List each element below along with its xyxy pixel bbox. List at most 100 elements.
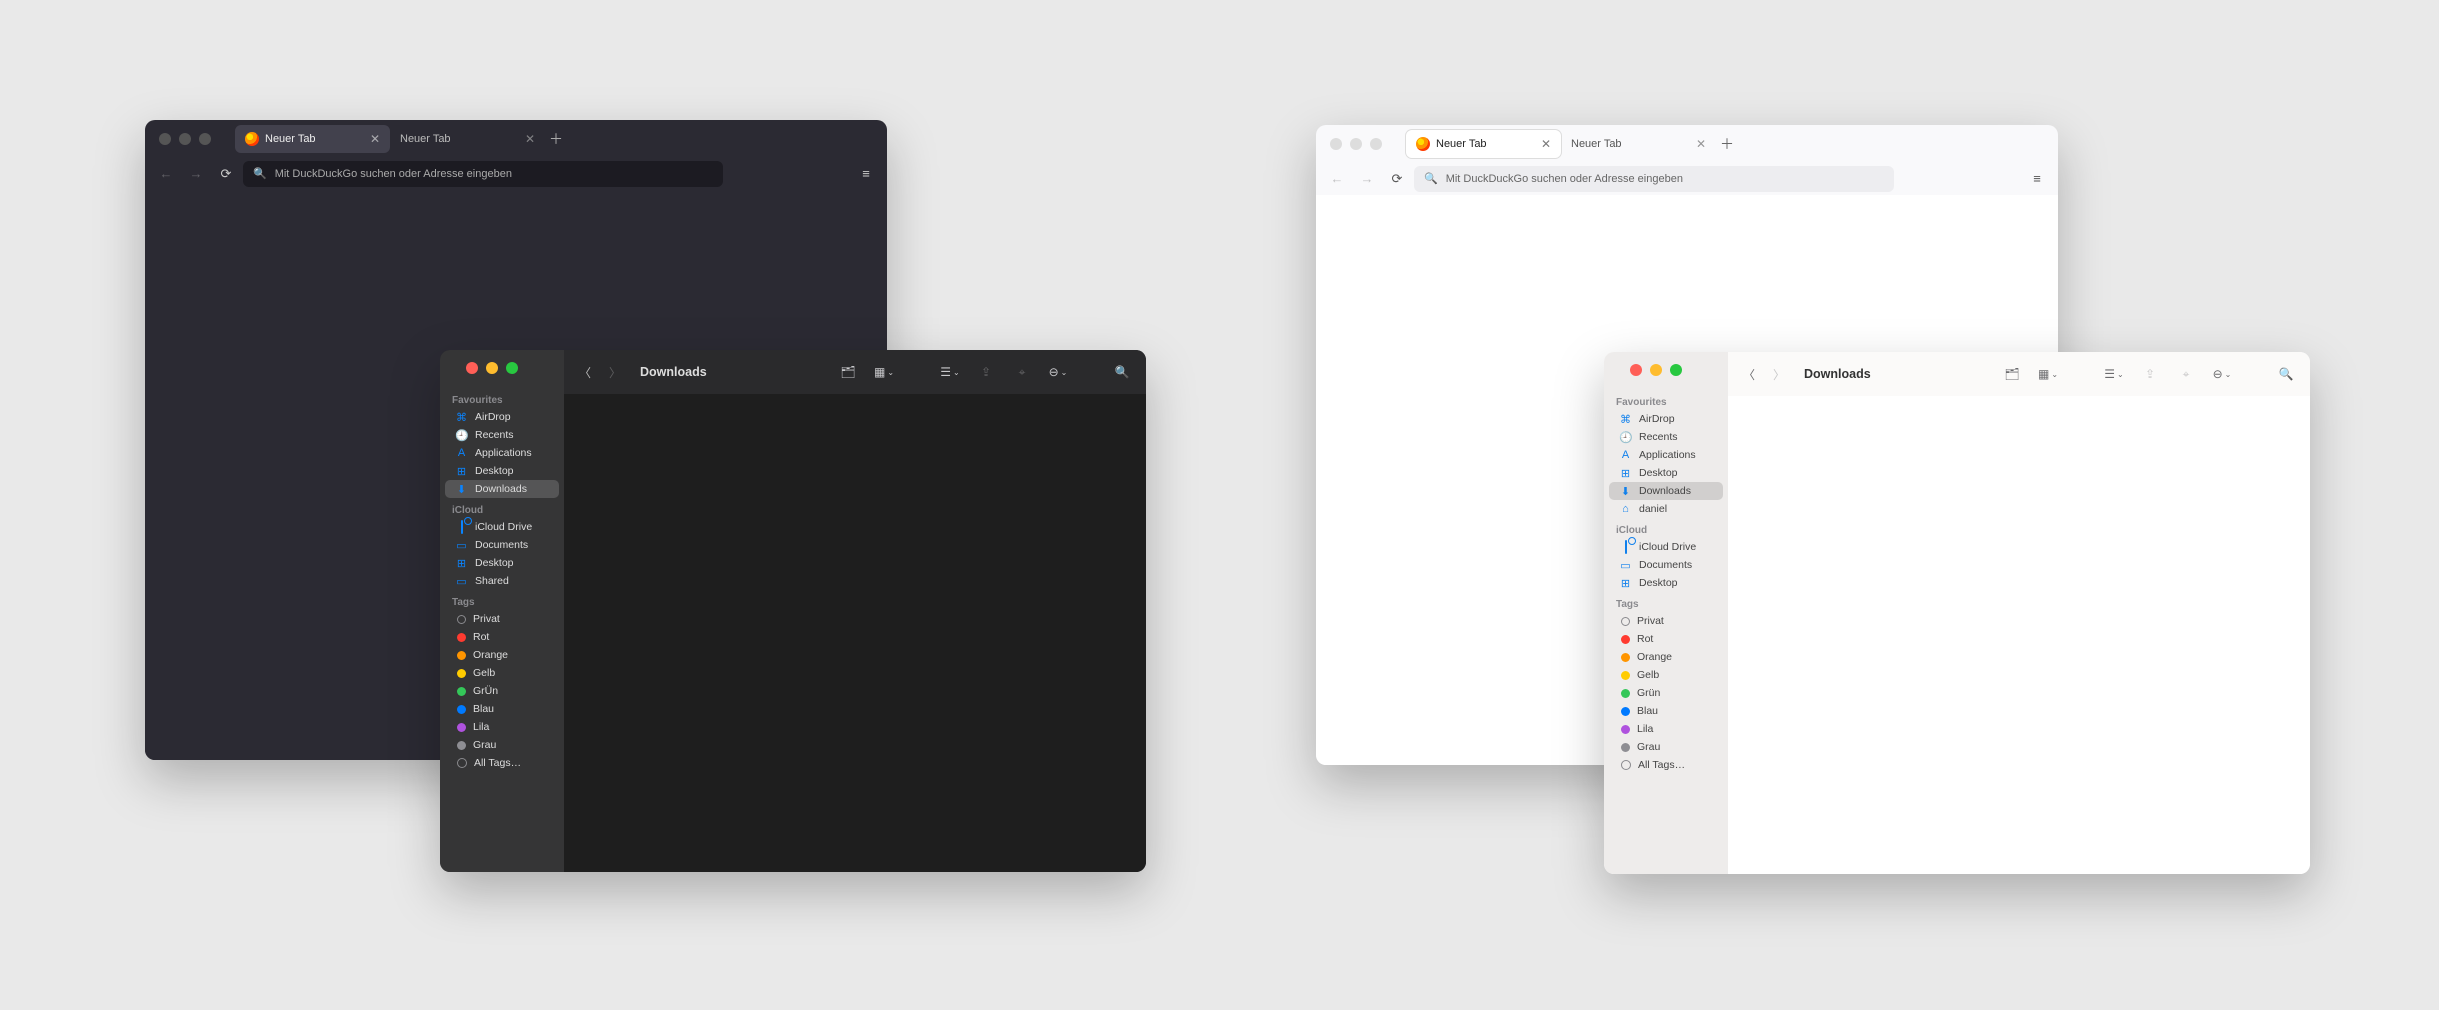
close-dot[interactable] — [159, 133, 171, 145]
tag-dot-icon — [1621, 653, 1630, 662]
app-menu-button[interactable]: ≡ — [2024, 166, 2050, 192]
sidebar-item[interactable]: Grau — [1609, 738, 1723, 756]
tag-button[interactable]: ⌖ — [1008, 361, 1036, 383]
tag-dot-icon — [457, 723, 466, 732]
sidebar-item[interactable]: Lila — [445, 718, 559, 736]
minimize-dot[interactable] — [1350, 138, 1362, 150]
traffic-lights[interactable] — [1330, 138, 1382, 150]
zoom-dot[interactable] — [1670, 364, 1682, 376]
zoom-dot[interactable] — [506, 362, 518, 374]
new-tab-button[interactable]: ＋ — [545, 129, 567, 149]
action-menu-button[interactable]: ⊖⌄ — [1044, 361, 1072, 383]
nav-forward-button[interactable]: → — [183, 161, 209, 187]
traffic-lights[interactable] — [1630, 364, 1682, 376]
sidebar-item[interactable]: Rot — [445, 628, 559, 646]
sidebar-item[interactable]: Privat — [1609, 612, 1723, 630]
sidebar-item-icon: ⌘ — [1619, 413, 1632, 426]
sidebar-item[interactable]: Privat — [445, 610, 559, 628]
search-button[interactable]: 🔍 — [1108, 361, 1136, 383]
nav-back-button[interactable]: 〈 — [574, 361, 596, 383]
finder-sidebar: Favourites ⌘AirDrop🕘RecentsAApplications… — [440, 350, 564, 872]
nav-back-button[interactable]: 〈 — [1738, 363, 1760, 385]
sidebar-item[interactable]: 🕘Recents — [1609, 428, 1723, 446]
sidebar-item-icon: A — [455, 447, 468, 459]
sidebar-item[interactable]: All Tags… — [1609, 756, 1723, 774]
zoom-dot[interactable] — [199, 133, 211, 145]
tab-close-icon[interactable]: ✕ — [525, 132, 535, 146]
new-folder-button[interactable]: 🗂 — [1998, 363, 2026, 385]
sidebar-item[interactable]: ▭Shared — [445, 572, 559, 590]
url-bar[interactable]: 🔍 Mit DuckDuckGo suchen oder Adresse ein… — [1414, 166, 1894, 192]
tab-inactive[interactable]: Neuer Tab ✕ — [390, 125, 545, 153]
sidebar-item[interactable]: ▭Documents — [1609, 556, 1723, 574]
sidebar-item-icon — [1619, 541, 1632, 553]
reload-button[interactable]: ⟳ — [213, 161, 239, 187]
sidebar-group-icloud: iCloud — [1616, 525, 1728, 536]
group-by-button[interactable]: ☰⌄ — [2100, 363, 2128, 385]
sidebar-item-label: Documents — [1639, 559, 1692, 571]
zoom-dot[interactable] — [1370, 138, 1382, 150]
tab-close-icon[interactable]: ✕ — [1696, 137, 1706, 151]
tab-active[interactable]: Neuer Tab ✕ — [235, 125, 390, 153]
sidebar-item-label: Desktop — [1639, 577, 1678, 589]
tag-button[interactable]: ⌖ — [2172, 363, 2200, 385]
sidebar-item[interactable]: Blau — [445, 700, 559, 718]
new-folder-button[interactable]: 🗂 — [834, 361, 862, 383]
sidebar-item[interactable]: Lila — [1609, 720, 1723, 738]
sidebar-item[interactable]: Grün — [1609, 684, 1723, 702]
nav-back-button[interactable]: ← — [1324, 166, 1350, 192]
sidebar-item[interactable]: AApplications — [445, 444, 559, 462]
nav-back-button[interactable]: ← — [153, 161, 179, 187]
sidebar-item[interactable]: ⊞Desktop — [445, 462, 559, 480]
sidebar-item[interactable]: ⬇Downloads — [1609, 482, 1723, 500]
sidebar-item[interactable]: Gelb — [445, 664, 559, 682]
sidebar-item[interactable]: ⌘AirDrop — [1609, 410, 1723, 428]
group-by-button[interactable]: ☰⌄ — [936, 361, 964, 383]
share-button[interactable]: ⇪ — [972, 361, 1000, 383]
tab-active[interactable]: Neuer Tab ✕ — [1406, 130, 1561, 158]
sidebar-item[interactable]: ⊞Desktop — [445, 554, 559, 572]
sidebar-item[interactable]: 🕘Recents — [445, 426, 559, 444]
sidebar-item[interactable]: iCloud Drive — [445, 518, 559, 536]
sidebar-item[interactable]: ⌘AirDrop — [445, 408, 559, 426]
nav-forward-button[interactable]: → — [1354, 166, 1380, 192]
sidebar-item[interactable]: ⌂daniel — [1609, 500, 1723, 518]
action-menu-button[interactable]: ⊖⌄ — [2208, 363, 2236, 385]
sidebar-item[interactable]: ⬇Downloads — [445, 480, 559, 498]
sidebar-item[interactable]: ⊞Desktop — [1609, 574, 1723, 592]
close-dot[interactable] — [1330, 138, 1342, 150]
new-tab-button[interactable]: ＋ — [1716, 134, 1738, 154]
sidebar-item[interactable]: AApplications — [1609, 446, 1723, 464]
sidebar-item[interactable]: ⊞Desktop — [1609, 464, 1723, 482]
nav-forward-button[interactable]: 〉 — [604, 361, 626, 383]
sidebar-item[interactable]: All Tags… — [445, 754, 559, 772]
reload-button[interactable]: ⟳ — [1384, 166, 1410, 192]
sidebar-item-label: AirDrop — [475, 411, 511, 423]
view-icons-button[interactable]: ▦⌄ — [870, 361, 898, 383]
tab-close-icon[interactable]: ✕ — [1541, 137, 1551, 151]
sidebar-item[interactable]: Orange — [1609, 648, 1723, 666]
traffic-lights[interactable] — [466, 362, 518, 374]
minimize-dot[interactable] — [1650, 364, 1662, 376]
sidebar-item[interactable]: iCloud Drive — [1609, 538, 1723, 556]
share-button[interactable]: ⇪ — [2136, 363, 2164, 385]
close-dot[interactable] — [466, 362, 478, 374]
sidebar-item[interactable]: Orange — [445, 646, 559, 664]
url-bar[interactable]: 🔍 Mit DuckDuckGo suchen oder Adresse ein… — [243, 161, 723, 187]
app-menu-button[interactable]: ≡ — [853, 161, 879, 187]
sidebar-item[interactable]: Rot — [1609, 630, 1723, 648]
view-icons-button[interactable]: ▦⌄ — [2034, 363, 2062, 385]
sidebar-item[interactable]: Grau — [445, 736, 559, 754]
tab-close-icon[interactable]: ✕ — [370, 132, 380, 146]
search-button[interactable]: 🔍 — [2272, 363, 2300, 385]
sidebar-item[interactable]: Blau — [1609, 702, 1723, 720]
traffic-lights[interactable] — [159, 133, 211, 145]
sidebar-item[interactable]: GrÜn — [445, 682, 559, 700]
sidebar-item[interactable]: ▭Documents — [445, 536, 559, 554]
sidebar-item[interactable]: Gelb — [1609, 666, 1723, 684]
minimize-dot[interactable] — [486, 362, 498, 374]
minimize-dot[interactable] — [179, 133, 191, 145]
tab-inactive[interactable]: Neuer Tab ✕ — [1561, 130, 1716, 158]
nav-forward-button[interactable]: 〉 — [1768, 363, 1790, 385]
close-dot[interactable] — [1630, 364, 1642, 376]
